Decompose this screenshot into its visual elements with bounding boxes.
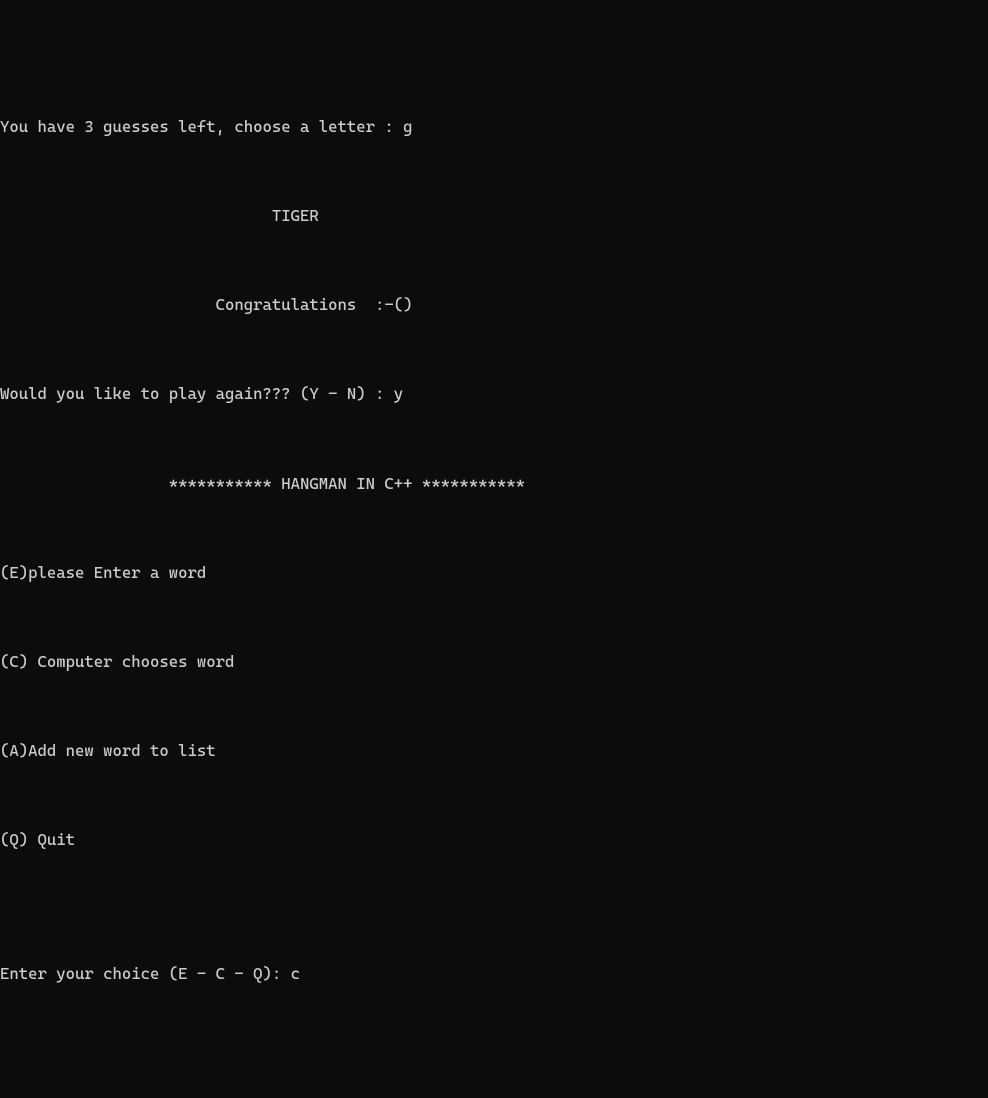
blank-line — [0, 919, 988, 941]
blank-line — [0, 1052, 988, 1074]
play-again-prompt: Would you like to play again??? (Y - N) … — [0, 383, 988, 405]
blank-line — [0, 1008, 988, 1030]
revealed-word: TIGER — [0, 205, 988, 227]
congratulations: Congratulations :-() — [0, 294, 988, 316]
guess-prompt-line: You have 3 guesses left, choose a letter… — [0, 116, 988, 138]
blank-line — [0, 607, 988, 629]
blank-line — [0, 428, 988, 450]
game-title: *********** HANGMAN IN C++ *********** — [0, 473, 988, 495]
word-blanks: ----- — [0, 1096, 988, 1098]
menu-option-e: (E)please Enter a word — [0, 562, 988, 584]
blank-line — [0, 517, 988, 539]
blank-line — [0, 874, 988, 896]
blank-line — [0, 250, 988, 272]
menu-option-a: (A)Add new word to list — [0, 740, 988, 762]
blank-line — [0, 339, 988, 361]
terminal-output[interactable]: You have 3 guesses left, choose a letter… — [0, 94, 988, 1098]
choice-prompt: Enter your choice (E - C - Q): c — [0, 963, 988, 985]
menu-option-q: (Q) Quit — [0, 829, 988, 851]
blank-line — [0, 785, 988, 807]
blank-line — [0, 161, 988, 183]
menu-option-c: (C) Computer chooses word — [0, 651, 988, 673]
blank-line — [0, 696, 988, 718]
